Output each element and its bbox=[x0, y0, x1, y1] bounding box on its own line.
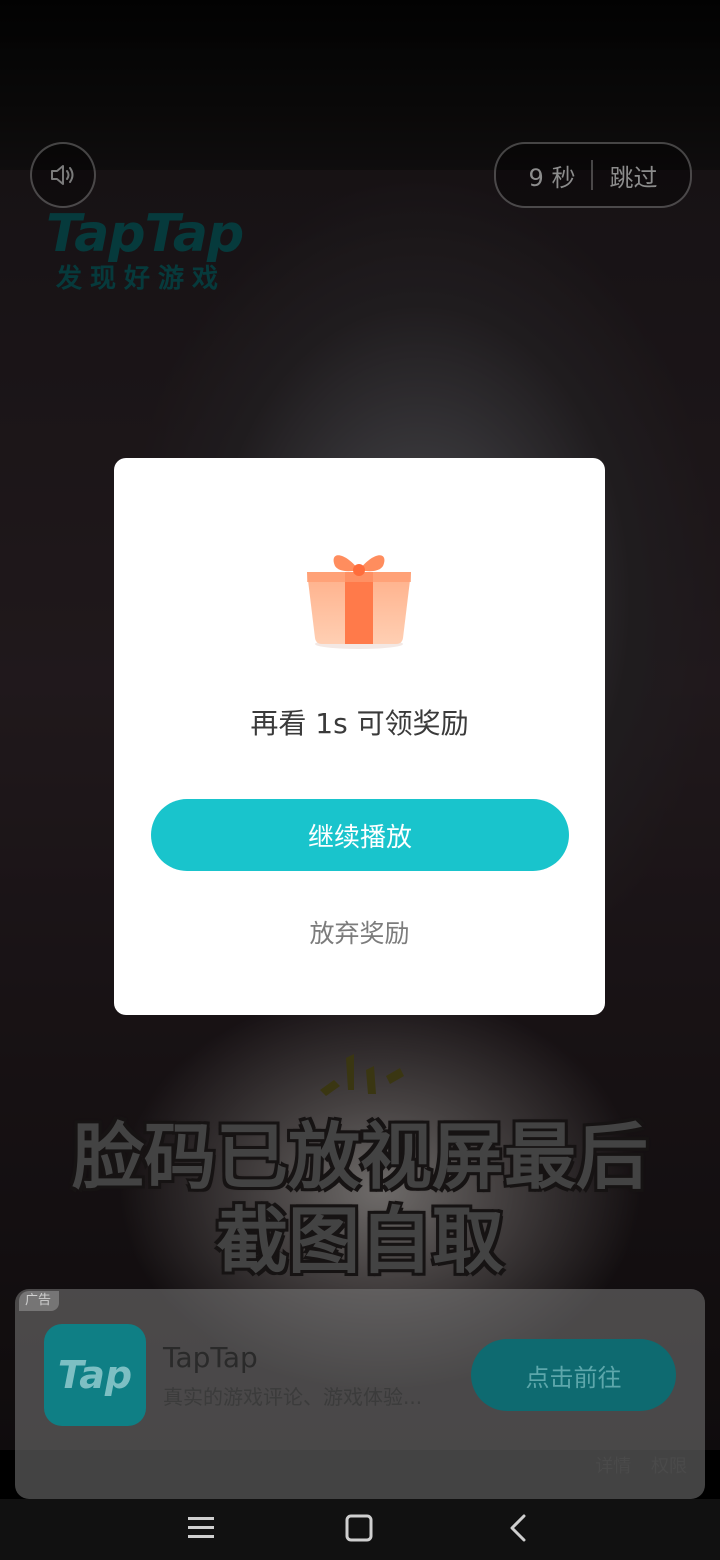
pill-divider bbox=[591, 160, 594, 190]
countdown-text: 9 秒 bbox=[528, 163, 576, 192]
give-up-reward-link[interactable]: 放弃奖励 bbox=[114, 914, 605, 950]
app-icon[interactable]: Tap bbox=[44, 1324, 146, 1426]
system-nav-bar bbox=[0, 1499, 720, 1560]
permissions-link[interactable]: 权限 bbox=[651, 1456, 687, 1477]
menu-icon[interactable] bbox=[186, 1513, 216, 1543]
reward-dialog: 再看 1s 可领奖励 继续播放 放弃奖励 bbox=[114, 458, 605, 1015]
ad-card[interactable]: 广告 Tap TapTap 真实的游戏评论、游戏体验... 点击前往 详情 权限 bbox=[15, 1289, 705, 1499]
skip-button[interactable]: 跳过 bbox=[609, 158, 657, 193]
ad-badge-text: 广告 bbox=[25, 1293, 52, 1308]
reward-message: 再看 1s 可领奖励 bbox=[250, 707, 469, 740]
sound-toggle-button[interactable] bbox=[30, 142, 96, 208]
app-description: 真实的游戏评论、游戏体验... bbox=[163, 1385, 423, 1409]
continue-play-button[interactable]: 继续播放 bbox=[151, 799, 569, 871]
ad-links: 详情 权限 bbox=[581, 1452, 687, 1478]
details-link[interactable]: 详情 bbox=[595, 1456, 631, 1477]
app-icon-text: Tap bbox=[57, 1353, 133, 1397]
go-to-button[interactable]: 点击前往 bbox=[471, 1339, 676, 1411]
home-square-icon[interactable] bbox=[344, 1513, 374, 1543]
speaker-icon bbox=[51, 165, 74, 185]
skip-countdown-pill[interactable]: 9 秒 跳过 bbox=[494, 142, 692, 208]
back-chevron-icon[interactable] bbox=[504, 1513, 534, 1543]
ad-badge: 广告 bbox=[19, 1291, 60, 1311]
gift-icon bbox=[307, 555, 411, 649]
app-name: TapTap bbox=[163, 1341, 258, 1374]
